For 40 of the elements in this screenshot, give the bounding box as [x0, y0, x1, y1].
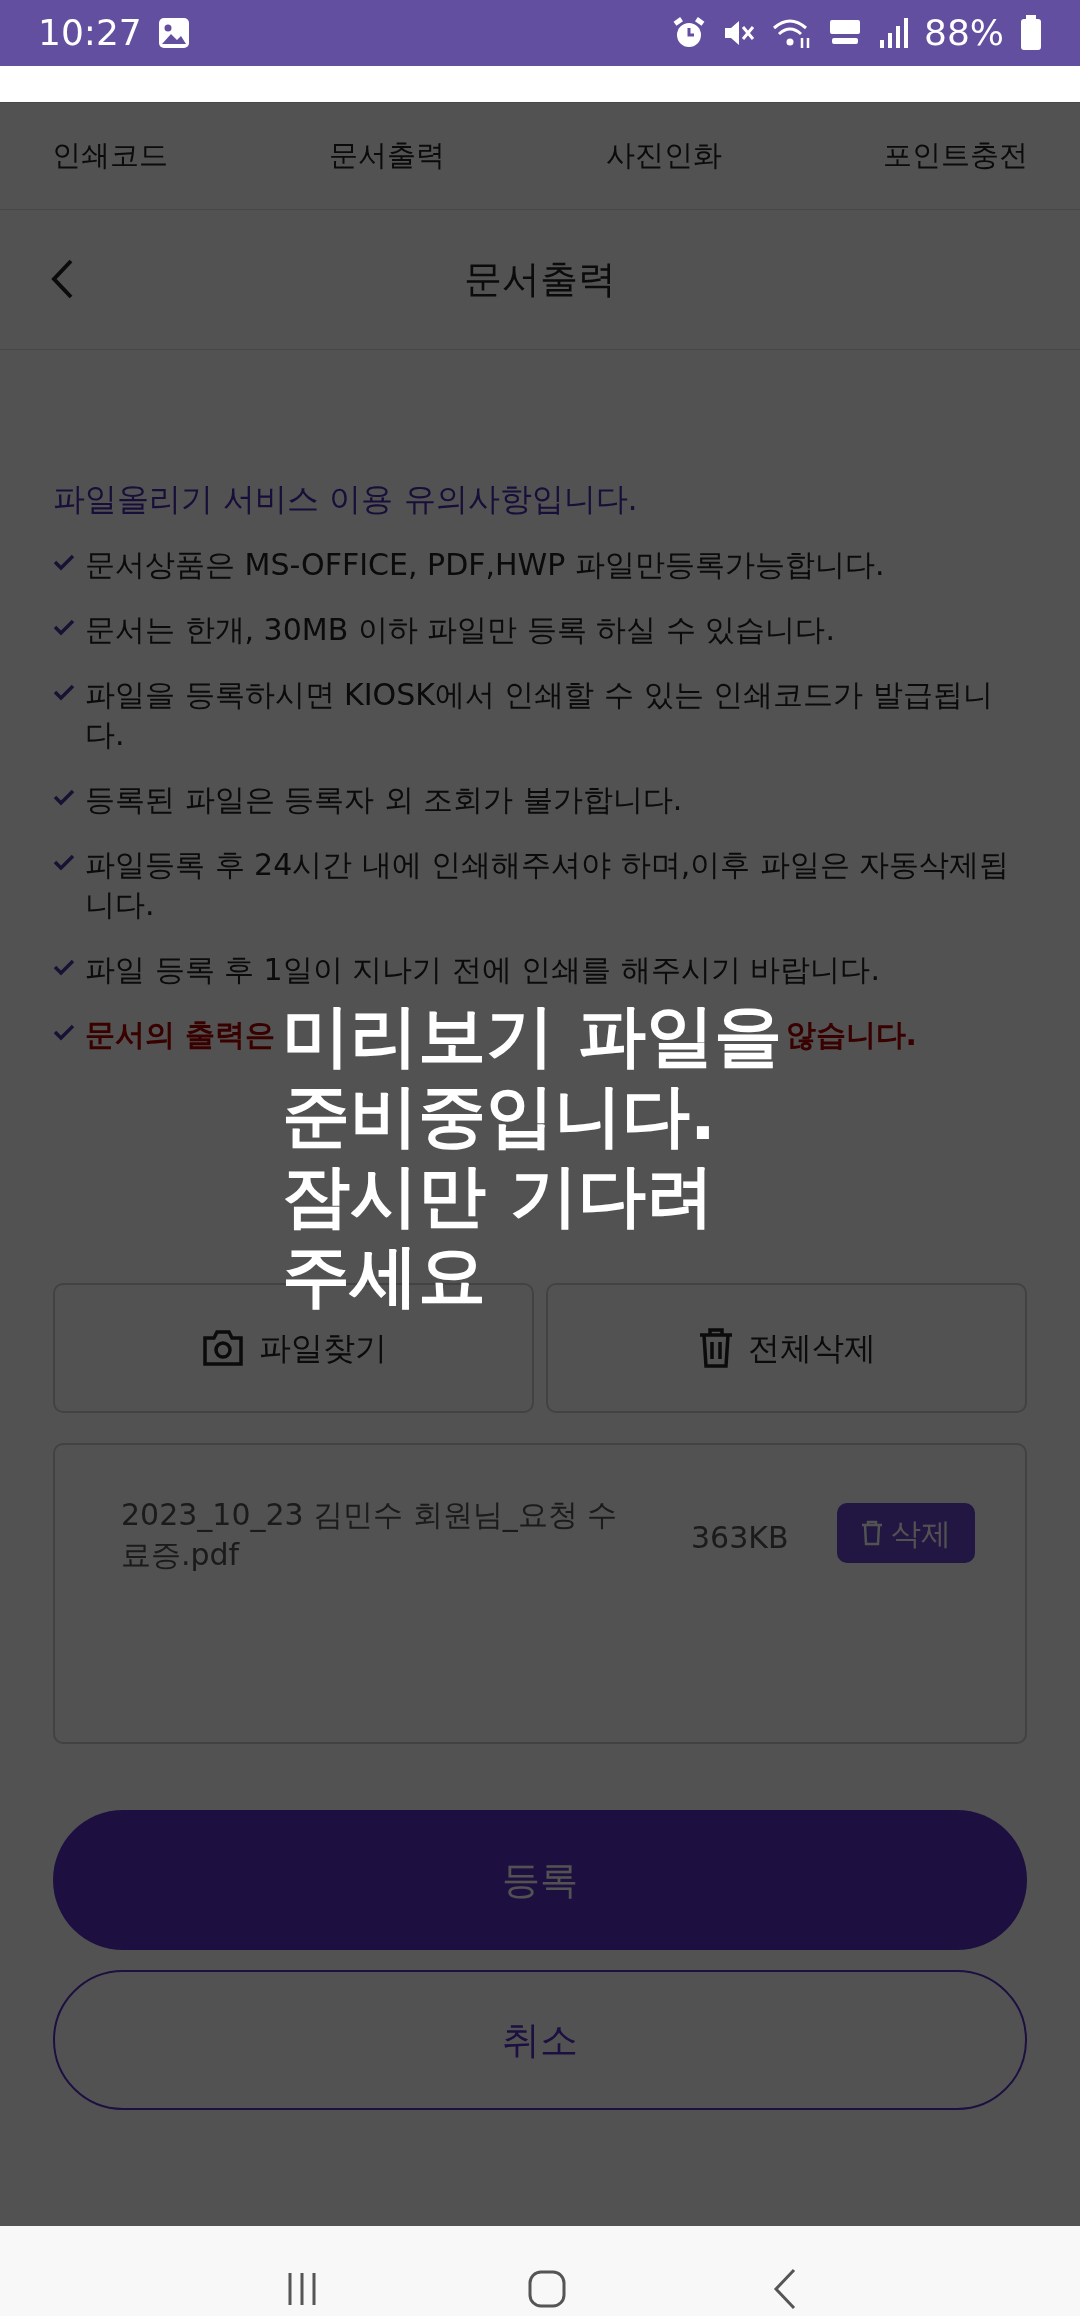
- trash-icon: [697, 1327, 734, 1369]
- page-title: 문서출력: [464, 256, 616, 303]
- loading-message: 미리보기 파일을: [282, 1002, 782, 1070]
- image-icon: [157, 17, 190, 49]
- delete-all-button[interactable]: 전체삭제: [546, 1283, 1027, 1413]
- notice-text: 파일 등록 후 1일이 지나기 전에 인쇄를 해주시기 바랍니다.: [85, 951, 880, 989]
- menu-tab[interactable]: 사진인화: [606, 134, 722, 178]
- camera-icon: [200, 1328, 245, 1368]
- wifi-icon: [772, 16, 812, 50]
- alarm-icon: [672, 16, 706, 50]
- clock-time: 10:27: [38, 11, 142, 55]
- check-icon: [53, 553, 75, 571]
- cancel-button[interactable]: 취소: [53, 1970, 1027, 2110]
- home-button[interactable]: [527, 2269, 567, 2309]
- check-icon: [53, 788, 75, 806]
- battery-icon: [1020, 15, 1042, 51]
- loading-message: 준비중입니다.: [282, 1082, 716, 1150]
- menu-tab[interactable]: 인쇄코드: [52, 134, 168, 178]
- notice-text: 등록된 파일은 등록자 외 조회가 불가합니다.: [85, 781, 683, 819]
- warning-text: 않습니다.: [785, 1016, 917, 1054]
- back-button[interactable]: [50, 258, 74, 300]
- notice-heading: 파일올리기 서비스 이용 유의사항입니다.: [53, 479, 639, 520]
- loading-message: 잠시만 기다려: [282, 1162, 714, 1230]
- check-icon: [53, 1023, 75, 1041]
- register-button[interactable]: 등록: [53, 1810, 1027, 1950]
- notice-text: 파일등록 후 24시간 내에 인쇄해주셔야 하며,이후 파일은 자동삭제됩니다.: [85, 846, 1011, 924]
- battery-percentage: 88%: [924, 11, 1004, 55]
- trash-icon: [861, 1520, 883, 1546]
- signal-icon: [878, 16, 908, 50]
- menu-tab[interactable]: 포인트충전: [883, 134, 1028, 178]
- warning-text: 문서의 출력은: [85, 1016, 276, 1054]
- check-icon: [53, 618, 75, 636]
- notice-text: 문서는 한개, 30MB 이하 파일만 등록 하실 수 있습니다.: [85, 611, 835, 649]
- check-icon: [53, 683, 75, 701]
- check-icon: [53, 853, 75, 871]
- check-icon: [53, 958, 75, 976]
- menu-tab[interactable]: 문서출력: [329, 134, 445, 178]
- notice-text: 문서상품은 MS-OFFICE, PDF,HWP 파일만등록가능합니다.: [85, 546, 885, 584]
- back-nav-button[interactable]: [771, 2267, 798, 2311]
- notice-text: 파일을 등록하시면 KIOSK에서 인쇄할 수 있는 인쇄코드가 발급됩니다.: [85, 676, 994, 754]
